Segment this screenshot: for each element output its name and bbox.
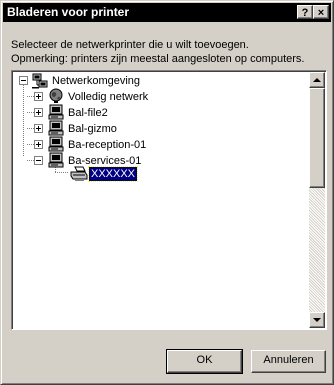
close-button[interactable]: × [313,5,329,19]
network-tree-view[interactable]: Netwerkomgeving Volledig netwerk Bal-fil… [11,70,327,330]
tree-line [27,112,34,113]
collapse-toggle[interactable] [19,76,28,85]
computer-icon [48,120,64,136]
tree-line [27,144,34,145]
vertical-scrollbar[interactable] [309,72,325,328]
scroll-down-button[interactable] [309,312,325,328]
instruction-line: Selecteer de netwerkprinter die u wilt t… [11,39,249,51]
tree-line [27,160,34,161]
tree-node-label[interactable]: Ba-reception-01 [66,138,148,152]
expand-toggle[interactable] [34,140,43,149]
collapse-toggle[interactable] [34,156,43,165]
scroll-up-button[interactable] [309,72,325,88]
tree-node-label[interactable]: Netwerkomgeving [50,74,142,88]
tree-node-label[interactable]: Bal-file2 [66,106,110,120]
tree-line [23,85,24,157]
computer-icon [48,152,64,168]
window-title: Bladeren voor printer [7,5,130,19]
expand-toggle[interactable] [34,124,43,133]
arrow-down-icon [313,318,321,322]
expand-toggle[interactable] [34,92,43,101]
note-line: Opmerking: printers zijn meestal aangesl… [11,53,305,65]
arrow-up-icon [313,78,321,82]
help-button[interactable]: ? [297,5,313,19]
title-bar[interactable]: Bladeren voor printer ? × [3,3,331,22]
tree-node-label[interactable]: Volledig netwerk [66,90,150,104]
computer-icon [48,104,64,120]
expand-toggle[interactable] [34,108,43,117]
scroll-thumb[interactable] [309,88,325,188]
ok-button[interactable]: OK [166,349,243,374]
instructions: Selecteer de netwerkprinter die u wilt t… [11,38,327,66]
tree-line [55,172,69,173]
printer-icon [70,166,88,181]
computer-icon [48,136,64,152]
globe-icon [49,88,63,103]
tree-node-label[interactable]: Bal-gizmo [66,122,119,136]
tree-line [27,128,34,129]
browse-printer-dialog: Bladeren voor printer ? × Selecteer de n… [0,0,334,385]
tree-line [27,96,34,97]
network-neighborhood-icon [32,73,48,89]
printer-node-label[interactable]: XXXXXX [87,166,139,182]
cancel-button[interactable]: Annuleren [251,350,326,373]
tree-content: Netwerkomgeving Volledig netwerk Bal-fil… [12,71,309,329]
